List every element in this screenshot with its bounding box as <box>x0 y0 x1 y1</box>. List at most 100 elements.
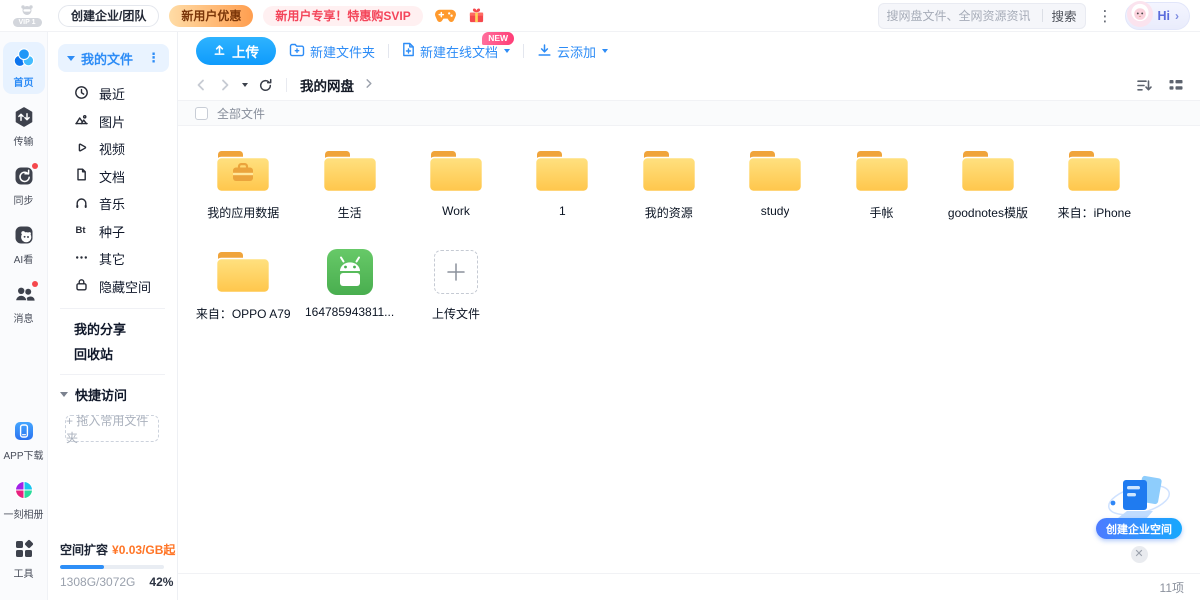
rail-item-sync[interactable]: 同步 <box>3 160 45 212</box>
file-icon <box>325 247 375 297</box>
file-icon <box>427 146 485 196</box>
file-icon <box>640 146 698 196</box>
rail-item-tools[interactable]: 工具 <box>3 533 45 585</box>
sidebar-item-others[interactable]: 其它 <box>48 245 177 273</box>
drop-folder-zone[interactable]: + 拖入常用文件夹 <box>65 415 159 442</box>
file-item[interactable]: goodnotes模版 <box>935 140 1041 241</box>
divider <box>60 374 165 375</box>
greeting-label: Hi <box>1158 9 1171 23</box>
sidebar: 我的文件 ⋮ 最近 图片 视频 文档 音乐 Bt 种子 其它 隐藏空间 我的分享… <box>48 32 178 600</box>
vip-badge[interactable]: VIP 1 <box>6 4 48 28</box>
new-badge: NEW <box>482 32 514 45</box>
lock-icon <box>74 277 89 295</box>
view-toggle-icon[interactable] <box>1168 78 1184 92</box>
forward-button[interactable] <box>218 78 232 92</box>
transfer-icon <box>13 106 35 131</box>
caret-down-icon <box>60 392 68 397</box>
vip-level-label: VIP 1 <box>13 18 42 28</box>
photo-album-icon <box>13 479 35 504</box>
status-bar: 11项 <box>178 573 1200 600</box>
more-menu-icon[interactable]: ⋮ <box>1098 7 1113 25</box>
file-icon <box>533 146 591 196</box>
file-icon <box>214 247 272 297</box>
sidebar-item-my-share[interactable]: 我的分享 <box>48 316 177 341</box>
sidebar-item-my-files[interactable]: 我的文件 ⋮ <box>58 44 169 72</box>
file-name: 生活 <box>338 204 362 221</box>
new-user-promo-button[interactable]: 新用户优惠 <box>169 5 253 27</box>
breadcrumb-root[interactable]: 我的网盘 <box>300 75 354 95</box>
caret-down-icon <box>67 56 75 61</box>
caret-down-icon <box>504 49 510 53</box>
svip-promo-button[interactable]: 新用户专享！特惠购SVIP <box>263 6 422 26</box>
file-item[interactable]: 生活 <box>296 140 402 241</box>
account-button[interactable]: Hi › <box>1125 2 1191 30</box>
file-name: 164785943811... <box>305 305 394 319</box>
file-item[interactable]: Work <box>403 140 509 241</box>
file-item[interactable]: 164785943811... <box>296 241 402 342</box>
file-item[interactable]: 上传文件 <box>403 241 509 342</box>
app-download-icon <box>13 420 35 445</box>
rail-item-transfer[interactable]: 传输 <box>3 101 45 153</box>
file-item[interactable]: 1 <box>509 140 615 241</box>
chevron-right-icon <box>364 78 374 92</box>
messages-icon <box>13 283 35 308</box>
sync-icon <box>13 165 35 190</box>
file-name: 来自：OPPO A79 <box>196 305 291 322</box>
sidebar-item-videos[interactable]: 视频 <box>48 135 177 163</box>
new-folder-button[interactable]: 新建文件夹 <box>289 42 375 61</box>
chevron-right-icon: › <box>1175 9 1179 23</box>
rail-bottom-group: APP下载 一刻相册 工具 <box>3 415 45 592</box>
sidebar-item-torrents[interactable]: Bt 种子 <box>48 218 177 246</box>
file-icon <box>746 146 804 196</box>
music-icon <box>74 195 89 213</box>
sidebar-item-music[interactable]: 音乐 <box>48 190 177 218</box>
back-button[interactable] <box>194 78 208 92</box>
new-doc-icon <box>402 42 415 60</box>
refresh-icon[interactable] <box>258 78 273 93</box>
rail-item-ai-view[interactable]: AI看 <box>3 219 45 271</box>
history-dropdown-icon[interactable] <box>242 83 248 87</box>
storage-widget: 空间扩容 ¥0.03/GB起 › 1308G/3072G 42% <box>60 541 164 589</box>
file-item[interactable]: 我的资源 <box>616 140 722 241</box>
rail-item-home[interactable]: 首页 <box>3 42 45 94</box>
create-team-button[interactable]: 创建企业/团队 <box>58 5 159 27</box>
file-item[interactable]: 手帐 <box>828 140 934 241</box>
storage-expand-link[interactable]: 空间扩容 ¥0.03/GB起 › <box>60 541 164 558</box>
gift-icon[interactable] <box>468 7 485 24</box>
caret-down-icon <box>602 49 608 53</box>
game-icon[interactable] <box>435 8 456 23</box>
file-item[interactable]: 我的应用数据 <box>190 140 296 241</box>
vip-avatar-icon <box>19 4 35 18</box>
rail-item-photo-album[interactable]: 一刻相册 <box>3 474 45 526</box>
upload-button[interactable]: 上传 <box>196 37 276 65</box>
search-button[interactable]: 搜索 <box>1051 6 1076 25</box>
sidebar-item-recycle-bin[interactable]: 回收站 <box>48 341 177 366</box>
file-icon <box>1065 146 1123 196</box>
file-name: 手帐 <box>870 204 894 221</box>
search-input[interactable] <box>887 9 1035 23</box>
rail-item-app-download[interactable]: APP下载 <box>3 415 45 467</box>
file-item[interactable]: 来自：OPPO A79 <box>190 241 296 342</box>
kebab-menu-icon[interactable]: ⋮ <box>147 50 160 66</box>
file-item[interactable]: 来自：iPhone <box>1041 140 1147 241</box>
create-enterprise-space-button[interactable]: 创建企业空间 <box>1096 518 1182 539</box>
sidebar-item-documents[interactable]: 文档 <box>48 163 177 191</box>
file-icon <box>853 146 911 196</box>
new-online-doc-button[interactable]: NEW 新建在线文档 <box>402 42 510 61</box>
sidebar-item-hidden-space[interactable]: 隐藏空间 <box>48 273 177 301</box>
svg-text:Bt: Bt <box>76 225 87 236</box>
sidebar-item-recent[interactable]: 最近 <box>48 80 177 108</box>
select-all-bar: 全部文件 <box>178 101 1200 126</box>
cloud-add-button[interactable]: 云添加 <box>537 42 608 61</box>
sort-icon[interactable] <box>1136 78 1153 93</box>
sidebar-item-quick-access[interactable]: 快捷访问 <box>48 382 177 407</box>
user-avatar <box>1127 1 1153 30</box>
sidebar-item-pictures[interactable]: 图片 <box>48 108 177 136</box>
cloud-add-icon <box>537 43 552 60</box>
upload-plus-box <box>434 250 478 294</box>
item-count-label: 11项 <box>1160 579 1184 596</box>
rail-item-messages[interactable]: 消息 <box>3 278 45 330</box>
file-item[interactable]: study <box>722 140 828 241</box>
close-icon[interactable]: ✕ <box>1131 546 1148 563</box>
select-all-checkbox[interactable] <box>195 107 208 120</box>
